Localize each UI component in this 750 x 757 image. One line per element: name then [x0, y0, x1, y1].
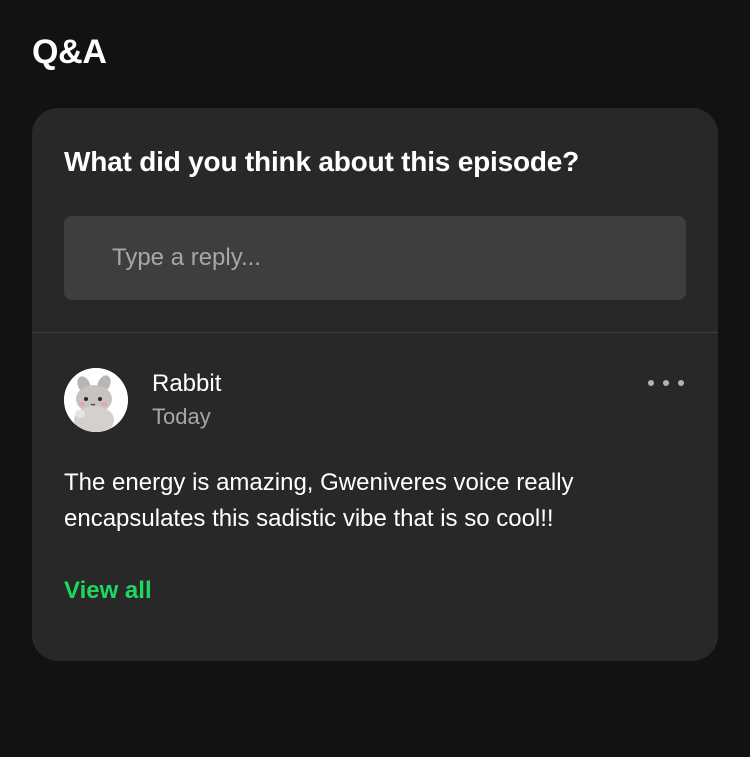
more-options-icon: [663, 380, 669, 386]
more-options-icon: [648, 380, 654, 386]
comment-text: The energy is amazing, Gweniveres voice …: [64, 469, 574, 532]
reply-input[interactable]: [64, 216, 686, 300]
rabbit-avatar-icon: [64, 368, 128, 432]
section-title: Q&A: [32, 33, 107, 71]
reply-box[interactable]: [64, 216, 686, 300]
view-all-link[interactable]: View all: [64, 575, 152, 607]
comment-timestamp: Today: [152, 404, 211, 429]
question-prompt: What did you think about this episode?: [64, 146, 580, 177]
comment-username[interactable]: Rabbit: [152, 368, 221, 400]
comment-item: Rabbit Today The energy is amazing, Gwen…: [32, 333, 718, 661]
more-options-icon: [678, 380, 684, 386]
qa-card: What did you think about this episode? T…: [32, 108, 718, 661]
more-options-button[interactable]: [644, 371, 688, 395]
user-avatar[interactable]: [64, 368, 128, 432]
